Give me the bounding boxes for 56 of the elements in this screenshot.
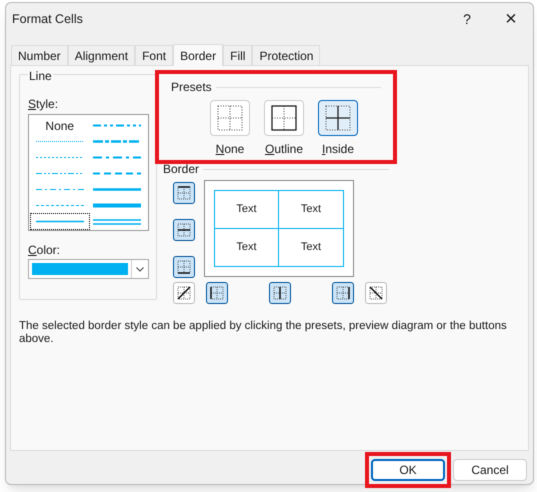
line-style-sample xyxy=(93,155,142,160)
border-toggle-button[interactable] xyxy=(173,219,195,241)
grid-preset-icon xyxy=(217,105,243,131)
tab[interactable]: Protection xyxy=(252,45,320,65)
border-toggle-button[interactable] xyxy=(269,282,291,304)
preset-button[interactable] xyxy=(318,100,358,136)
line-style-sample xyxy=(93,123,142,128)
tab[interactable]: Fill xyxy=(223,45,252,65)
border-toggle-button[interactable] xyxy=(173,182,195,204)
preview-cell-text: Text xyxy=(300,240,322,255)
tab[interactable]: Font xyxy=(135,45,174,65)
group-title: Border xyxy=(163,161,200,178)
chevron-down-icon xyxy=(136,266,144,272)
preset-label: None xyxy=(216,141,244,158)
double-line-style xyxy=(93,218,142,224)
line-style-option[interactable]: None xyxy=(31,118,88,133)
line-style-sample xyxy=(93,171,142,176)
line-style-sample xyxy=(36,187,84,192)
preview-cell-text: Text xyxy=(300,202,322,217)
help-button[interactable]: ? xyxy=(445,4,489,34)
line-style-sample xyxy=(36,171,84,176)
help-text: The selected border style can be applied by clicking the presets, preview diagram or the buttons above. xyxy=(19,320,508,346)
border-toggle-button[interactable] xyxy=(206,282,228,304)
border-toggle-button[interactable] xyxy=(365,282,387,304)
color-label: Color: xyxy=(28,242,62,259)
border-preview[interactable]: Text Text Text Text xyxy=(204,180,354,277)
border-toggle-button[interactable] xyxy=(173,282,195,304)
line-style-sample xyxy=(93,139,142,144)
preview-cell-text: Text xyxy=(236,202,257,217)
dialog-button[interactable]: OK xyxy=(371,459,445,481)
line-style-sample xyxy=(36,203,84,208)
style-list[interactable]: None xyxy=(28,114,149,231)
group-title: Presets xyxy=(171,79,212,96)
border-toggle-button[interactable] xyxy=(173,256,195,278)
preset-label: Inside xyxy=(322,141,354,158)
preset-label: Outline xyxy=(264,141,304,158)
line-style-sample xyxy=(36,155,84,160)
color-dropdown[interactable] xyxy=(28,259,149,279)
border-toggle-button[interactable] xyxy=(332,282,354,304)
line-style-sample xyxy=(36,139,84,144)
tab[interactable]: Number xyxy=(11,45,68,65)
close-button[interactable]: × xyxy=(489,4,533,34)
tab[interactable]: Alignment xyxy=(68,45,136,65)
grid-preset-icon xyxy=(325,105,351,131)
line-style-sample xyxy=(36,219,84,224)
line-style-sample xyxy=(93,187,142,192)
border-line-icon xyxy=(369,286,383,300)
window-title: Format Cells xyxy=(12,10,84,28)
preview-cell-text: Text xyxy=(236,240,257,255)
line-style-sample xyxy=(93,203,142,208)
grid-preset-icon xyxy=(271,105,297,131)
line-style-option[interactable] xyxy=(31,214,88,229)
border-line-icon xyxy=(177,286,191,300)
dialog-button[interactable]: Cancel xyxy=(453,459,527,481)
tab[interactable]: Border xyxy=(173,44,224,66)
style-label: Style: xyxy=(28,96,60,113)
